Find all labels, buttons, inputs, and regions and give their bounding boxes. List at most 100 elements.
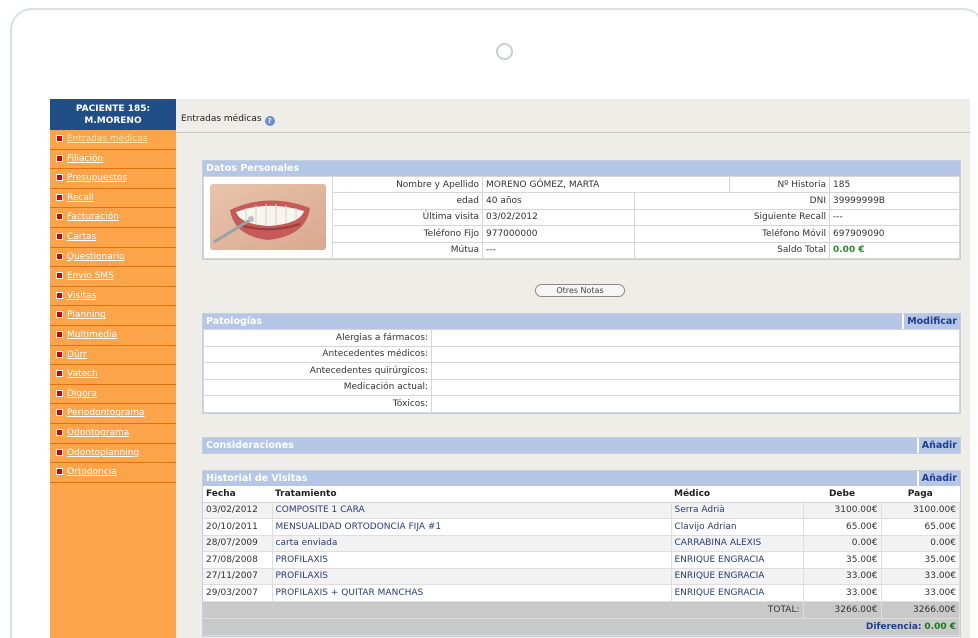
sidebar-item-label: Dürr — [67, 349, 87, 360]
add-visit-button[interactable]: Añadir — [916, 471, 960, 486]
help-icon[interactable]: ? — [264, 116, 275, 126]
sidebar-item-label: Visitas — [67, 290, 97, 301]
add-consideration-button[interactable]: Añadir — [916, 438, 960, 453]
difference-row: Diferencia: 0.00 € — [203, 618, 960, 636]
total-row: TOTAL: 3266.00€ 3266.00€ — [203, 601, 960, 619]
difference-label: Diferencia: — [865, 621, 922, 632]
pathology-label: Antecedentes médicos: — [203, 345, 432, 363]
cell-medico: CARRABINA ALEXIS — [671, 535, 804, 552]
bullet-icon — [56, 330, 63, 338]
sidebar-item-label: Odontoplanning — [67, 447, 140, 458]
pathology-value — [431, 395, 960, 413]
sidebar-item[interactable]: Ortodoncia — [50, 463, 176, 483]
cell-paga: 0.00€ — [881, 535, 960, 552]
table-row[interactable]: 03/02/2012 COMPOSITE 1 CARA Serra Adrià 310… — [203, 502, 960, 519]
sidebar-item[interactable]: Cartas — [50, 228, 176, 248]
sidebar-item-label: Odontograma — [67, 427, 130, 438]
bullet-icon — [56, 428, 63, 436]
sidebar: PACIENTE 185: M.MORENO Entradas médicas F… — [50, 99, 176, 638]
saldo-value: 0.00 € — [829, 241, 960, 259]
personal-data-panel: Datos Personales Nombre y Apellido MOREN… — [202, 160, 961, 260]
sidebar-item[interactable]: Odontograma — [50, 424, 176, 444]
cell-medico: ENRIQUE ENGRACIA — [671, 568, 804, 585]
sidebar-item[interactable]: Multimedia — [50, 326, 176, 346]
table-row[interactable]: 28/07/2009 carta enviada CARRABINA ALEXIS 0… — [203, 535, 960, 552]
sidebar-item[interactable]: Vatech — [50, 365, 176, 385]
cell-tratamiento: PROFILAXIS + QUITAR MANCHAS — [272, 584, 672, 602]
sidebar-nav: Entradas médicas Filiación Presupuestos Rec… — [50, 130, 176, 483]
panel-title: Consideraciones Añadir — [203, 438, 960, 453]
historia-value: 185 — [829, 175, 960, 194]
cell-fecha: 27/08/2008 — [203, 551, 273, 569]
bullet-icon — [56, 291, 63, 299]
dni-value: 39999999B — [829, 192, 960, 210]
telefono-movil-label: Teléfono Móvil — [634, 225, 830, 243]
sidebar-item[interactable]: Facturación — [50, 208, 176, 228]
cell-tratamiento: MENSUALIDAD ORTODONCIA FIJA #1 — [272, 518, 672, 536]
sidebar-item-label: Filiación — [67, 153, 104, 164]
otras-notas-button[interactable]: Otres Notas — [535, 284, 625, 297]
bullet-icon — [56, 389, 63, 397]
mutua-label: Mútua — [332, 241, 483, 259]
difference-value: 0.00 € — [924, 621, 956, 632]
sidebar-item[interactable]: Dürr — [50, 346, 176, 366]
patient-photo — [210, 184, 326, 251]
cell-debe: 65.00€ — [803, 518, 882, 536]
patient-header: PACIENTE 185: M.MORENO — [50, 99, 176, 130]
sidebar-item-label: Presupuestos — [67, 173, 128, 184]
bullet-icon — [56, 252, 63, 260]
cell-paga: 33.00€ — [881, 568, 960, 585]
recall-value: --- — [829, 208, 960, 227]
visit-history-body: 03/02/2012 COMPOSITE 1 CARA Serra Adrià 310… — [203, 502, 960, 602]
pathology-label: Alergias a fármacos: — [203, 329, 432, 347]
nombre-label: Nombre y Apellido — [332, 175, 483, 194]
bullet-icon — [56, 468, 63, 476]
cell-debe: 33.00€ — [803, 584, 882, 602]
sidebar-item[interactable]: Envio SMS — [50, 267, 176, 287]
visit-history-table: Fecha Tratamiento Médico Debe Paga 03/02… — [203, 486, 960, 636]
sidebar-item-label: Questionario — [67, 251, 125, 262]
sidebar-item[interactable]: Entradas médicas — [50, 130, 176, 150]
table-row[interactable]: 27/08/2008 PROFILAXIS ENRIQUE ENGRACIA 35.0… — [203, 551, 960, 569]
modify-button[interactable]: Modificar — [902, 314, 960, 329]
cell-tratamiento: COMPOSITE 1 CARA — [272, 502, 672, 519]
camera-icon — [496, 43, 513, 60]
pathologies-title: Patologías — [206, 316, 263, 327]
panel-title: Patologías Modificar — [203, 314, 960, 329]
cell-medico: ENRIQUE ENGRACIA — [671, 551, 804, 569]
sidebar-item[interactable]: Periodontograma — [50, 404, 176, 424]
patient-name: M.MORENO — [84, 116, 142, 126]
sidebar-item[interactable]: Questionario — [50, 248, 176, 268]
sidebar-item-label: Planning — [67, 310, 106, 321]
sidebar-item[interactable]: Recall — [50, 189, 176, 209]
nombre-value: MORENO GÓMEZ, MARTA — [482, 175, 730, 194]
total-debe: 3266.00€ — [803, 601, 882, 619]
considerations-title: Consideraciones — [206, 440, 294, 451]
sidebar-item[interactable]: Digora — [50, 385, 176, 405]
cell-fecha: 20/10/2011 — [203, 518, 273, 536]
bullet-icon — [56, 311, 63, 319]
table-row[interactable]: 20/10/2011 MENSUALIDAD ORTODONCIA FIJA #1… — [203, 518, 960, 536]
sidebar-item[interactable]: Planning — [50, 306, 176, 326]
cell-debe: 0.00€ — [803, 535, 882, 552]
table-row[interactable]: 27/11/2007 PROFILAXIS ENRIQUE ENGRACIA 33.0… — [203, 568, 960, 585]
difference-cell: Diferencia: 0.00 € — [203, 618, 960, 636]
sidebar-item[interactable]: Filiación — [50, 150, 176, 170]
pathologies-panel: Patologías Modificar Alergias a fármacos… — [202, 313, 961, 414]
pathology-value — [431, 345, 960, 363]
sidebar-item[interactable]: Odontoplanning — [50, 444, 176, 464]
visit-history-panel: Historial de Visitas Añadir Fecha Tratam… — [202, 470, 961, 637]
cell-tratamiento: carta enviada — [272, 535, 672, 552]
sidebar-item[interactable]: Visitas — [50, 287, 176, 307]
panel-title: Datos Personales — [203, 161, 960, 176]
table-row[interactable]: 29/03/2007 PROFILAXIS + QUITAR MANCHAS ENR… — [203, 584, 960, 602]
cell-fecha: 29/03/2007 — [203, 584, 273, 602]
cell-paga: 33.00€ — [881, 584, 960, 602]
cell-debe: 33.00€ — [803, 568, 882, 585]
bullet-icon — [56, 174, 63, 182]
sidebar-item-label: Recall — [67, 192, 94, 203]
sidebar-item-label: Entradas médicas — [67, 134, 148, 144]
edad-label: edad — [332, 192, 483, 210]
pathologies-table: Alergias a fármacos: Antecedentes médicos… — [203, 329, 960, 413]
sidebar-item[interactable]: Presupuestos — [50, 169, 176, 189]
